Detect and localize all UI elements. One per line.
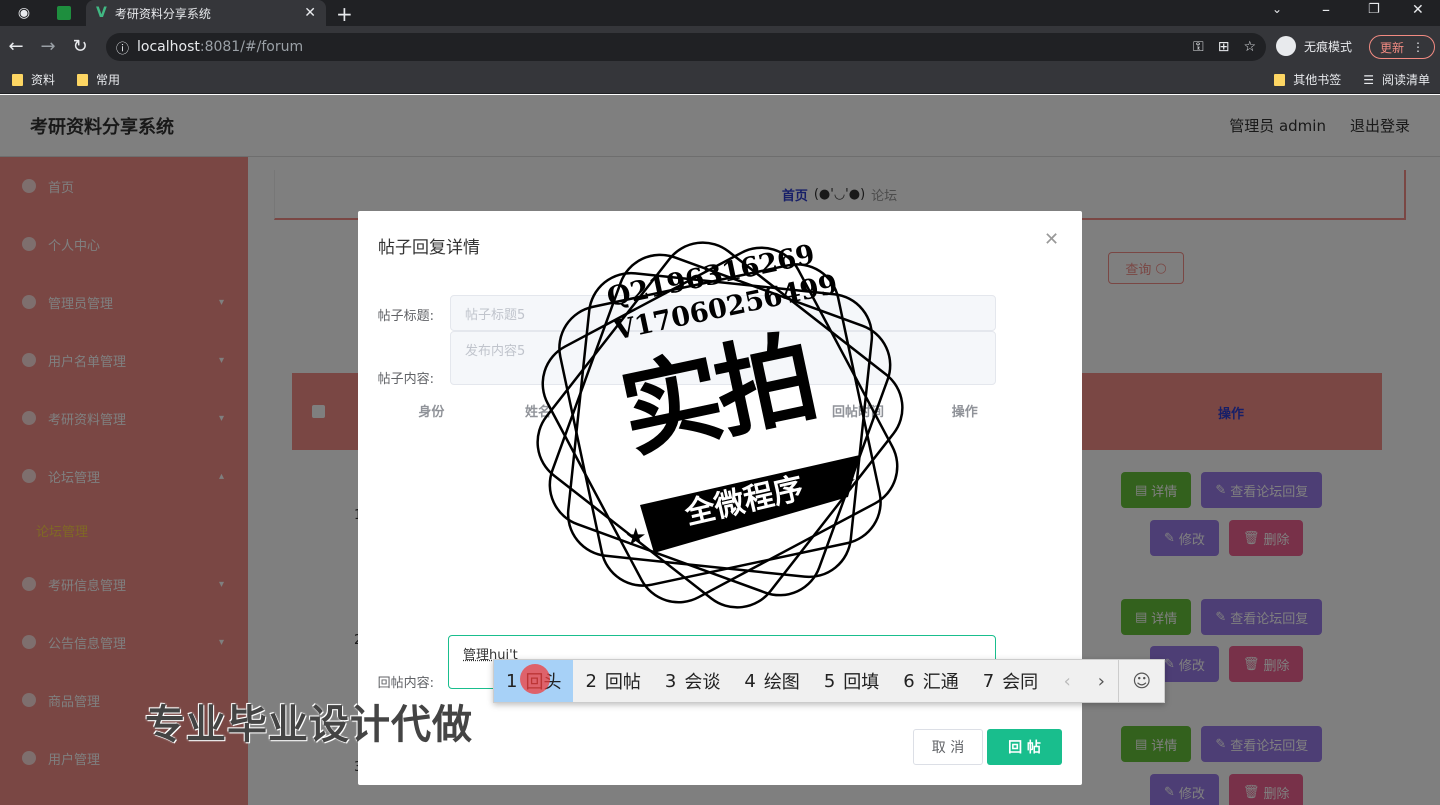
svg-text:★: ★ <box>835 468 857 496</box>
post-title-placeholder: 帖子标题5 <box>465 307 526 323</box>
col-action: 操作 <box>951 404 978 420</box>
candidate-text: 会谈 <box>684 672 721 693</box>
reload-button[interactable]: ↻ <box>64 30 96 62</box>
key-icon[interactable]: ⚿ <box>1193 39 1204 55</box>
bookmark-label: 资料 <box>31 73 56 87</box>
folder-icon <box>77 73 89 86</box>
label-reply-content: 回帖内容: <box>377 676 434 691</box>
star-icon[interactable]: ☆ <box>1243 39 1256 55</box>
info-icon: ⓘ <box>116 41 130 57</box>
ime-candidate-7[interactable]: 7 会同 <box>971 660 1050 702</box>
address-bar[interactable]: ⓘ localhost :8081/#/forum ⚿ ⊞ ☆ <box>106 33 1266 61</box>
update-button[interactable]: 更新 ⋮ <box>1369 35 1435 59</box>
arrow-left-icon: ← <box>8 35 24 57</box>
globe-icon: ◉ <box>17 5 31 21</box>
close-tab-icon[interactable]: ✕ <box>304 5 316 21</box>
candidate-number: 3 <box>664 670 677 692</box>
ime-candidate-5[interactable]: 5 回填 <box>812 660 891 702</box>
incognito-indicator[interactable]: 无痕模式 <box>1276 36 1352 56</box>
bookmark-other[interactable]: 其他书签 <box>1274 71 1341 88</box>
close-icon[interactable]: ✕ <box>1044 229 1059 250</box>
ime-candidate-4[interactable]: 4 绘图 <box>732 660 811 702</box>
candidate-number: 5 <box>823 670 836 692</box>
incognito-label: 无痕模式 <box>1304 39 1353 54</box>
close-window-icon[interactable]: ✕ <box>1412 2 1424 18</box>
minimize-icon[interactable]: – <box>1322 0 1330 19</box>
new-tab-button[interactable]: + <box>336 2 353 26</box>
ime-candidate-6[interactable]: 6 汇通 <box>891 660 970 702</box>
candidate-number: 1 <box>506 670 518 692</box>
candidate-number: 4 <box>744 670 756 692</box>
candidate-text: 会同 <box>1002 672 1039 693</box>
bookmark-label: 阅读清单 <box>1381 73 1430 87</box>
candidate-text: 汇通 <box>922 672 959 693</box>
ime-candidate-bar: 1回头 2回帖 3会谈 4绘图 5回填 6汇通 7会同 ‹ › ☺ <box>493 659 1165 703</box>
label-post-content: 帖子内容: <box>377 372 434 387</box>
url-path: :8081/#/forum <box>199 39 304 55</box>
back-button[interactable]: ← <box>0 30 32 62</box>
tab-sheet[interactable] <box>48 0 80 26</box>
candidate-number: 2 <box>585 670 597 692</box>
update-label: 更新 <box>1379 40 1404 55</box>
reload-icon: ↻ <box>72 35 88 57</box>
col-identity: 身份 <box>418 404 445 420</box>
candidate-text: 绘图 <box>763 672 800 693</box>
bookmark-label: 其他书签 <box>1293 73 1342 87</box>
watermark-bottom-text: 专业毕业设计代做 <box>145 702 473 748</box>
post-content-placeholder: 发布内容5 <box>465 344 526 359</box>
submit-reply-button[interactable]: 回 帖 <box>987 729 1062 765</box>
reading-list[interactable]: ☰ 阅读清单 <box>1363 71 1430 88</box>
candidate-number: 7 <box>982 670 995 692</box>
ime-next-page[interactable]: › <box>1084 660 1118 702</box>
candidate-number: 6 <box>903 670 915 692</box>
folder-icon <box>12 73 23 86</box>
ime-emoji-button[interactable]: ☺ <box>1118 660 1164 702</box>
chevron-right-icon: › <box>1097 670 1105 692</box>
folder-icon <box>1274 73 1286 86</box>
reading-list-icon: ☰ <box>1363 72 1374 87</box>
ime-prev-page[interactable]: ‹ <box>1050 660 1084 702</box>
ime-candidate-3[interactable]: 3 会谈 <box>653 660 732 702</box>
smiley-icon: ☺ <box>1132 670 1152 692</box>
tab-title: 考研资料分享系统 <box>114 6 211 21</box>
bookmark-folder-1[interactable]: 常用 <box>77 71 120 88</box>
tab-search-icon[interactable]: ⌄ <box>1272 2 1282 16</box>
spreadsheet-icon <box>57 6 71 20</box>
chevron-left-icon: ‹ <box>1063 670 1071 692</box>
bookmarks-bar: 资料 常用 其他书签 ☰ 阅读清单 <box>0 66 1440 94</box>
bookmark-folder-0[interactable]: 资料 <box>12 71 55 88</box>
bookmark-label: 常用 <box>96 73 121 87</box>
label-post-title: 帖子标题: <box>377 309 434 324</box>
ime-candidate-2[interactable]: 2 回帖 <box>573 660 652 702</box>
candidate-text: 回填 <box>843 672 880 693</box>
dialog-title: 帖子回复详情 <box>378 238 480 258</box>
incognito-icon <box>1276 36 1296 56</box>
arrow-right-icon: → <box>40 35 56 57</box>
tab-globe[interactable]: ◉ <box>8 0 40 26</box>
more-vert-icon: ⋮ <box>1412 40 1424 54</box>
candidate-text: 回帖 <box>604 672 641 693</box>
svg-text:★: ★ <box>625 523 647 551</box>
cancel-button[interactable]: 取 消 <box>913 729 983 765</box>
active-tab[interactable]: V 考研资料分享系统 ✕ <box>86 0 326 26</box>
forward-button[interactable]: → <box>32 30 64 62</box>
click-indicator <box>520 664 550 694</box>
translate-icon[interactable]: ⊞ <box>1218 39 1230 55</box>
vue-logo-icon: V <box>96 5 107 21</box>
url-host: localhost <box>137 39 200 55</box>
restore-icon[interactable]: ❐ <box>1368 2 1380 17</box>
